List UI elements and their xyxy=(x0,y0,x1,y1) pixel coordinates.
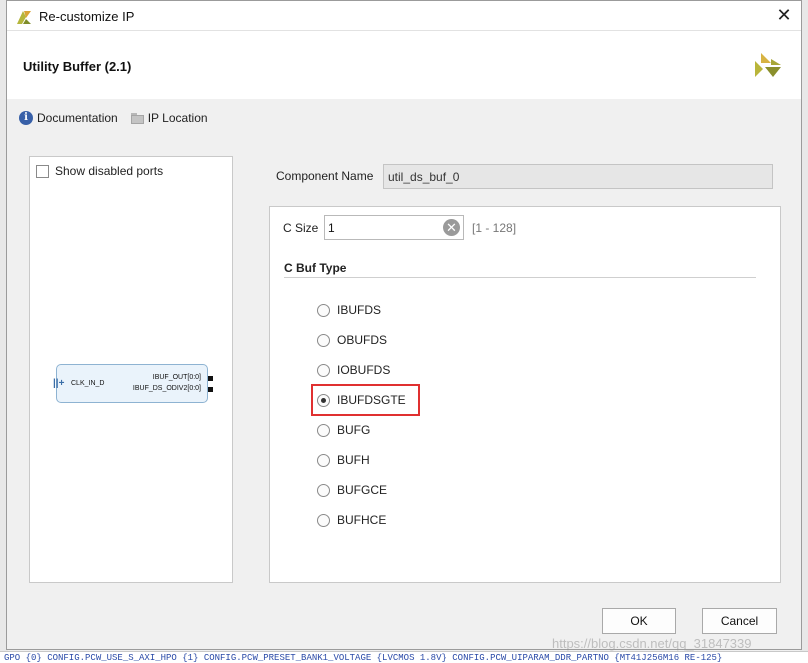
radio-iobufds[interactable]: IOBUFDS xyxy=(317,363,390,377)
documentation-label: Documentation xyxy=(37,111,118,125)
radio-label: IOBUFDS xyxy=(337,363,391,377)
show-disabled-ports-label: Show disabled ports xyxy=(55,164,164,178)
output-port-label: IBUF_DS_ODIV2[0:0] xyxy=(132,385,201,392)
c-size-range: [1 - 128] xyxy=(472,221,517,235)
ok-button[interactable]: OK xyxy=(602,608,676,634)
ip-location-label: IP Location xyxy=(147,111,208,125)
radio-label: BUFH xyxy=(337,453,370,467)
component-name-field: util_ds_buf_0 xyxy=(383,164,773,189)
close-icon[interactable]: ✕ xyxy=(773,4,795,26)
show-disabled-ports-checkbox[interactable]: Show disabled ports xyxy=(36,164,163,178)
ip-links: i Documentation IP Location xyxy=(19,109,220,127)
radio-button[interactable] xyxy=(317,453,330,467)
radio-ibufds[interactable]: IBUFDS xyxy=(317,303,381,317)
component-name-label: Component Name xyxy=(276,169,374,183)
ip-header: Utility Buffer (2.1) xyxy=(7,31,801,99)
output-port-pin xyxy=(208,376,213,381)
title-bar[interactable]: Re-customize IP ✕ xyxy=(7,1,801,31)
radio-bufh[interactable]: BUFH xyxy=(317,453,370,467)
clear-icon[interactable]: ✕ xyxy=(443,219,460,236)
ip-symbol-panel: Show disabled ports ||+ CLK_IN_D IBUF_OU… xyxy=(29,156,233,583)
radio-button[interactable] xyxy=(317,333,330,347)
ip-location-link[interactable]: IP Location xyxy=(130,111,208,125)
section-divider xyxy=(284,277,756,278)
recustomize-ip-dialog: Re-customize IP ✕ Utility Buffer (2.1) i… xyxy=(6,0,802,650)
selection-highlight-box xyxy=(311,384,420,416)
radio-label: BUFG xyxy=(337,423,371,437)
radio-button[interactable] xyxy=(317,513,330,527)
ip-block-symbol: ||+ CLK_IN_D IBUF_OUT[0:0] IBUF_DS_ODIV2… xyxy=(53,364,213,403)
radio-label: OBUFDS xyxy=(337,333,388,347)
radio-button[interactable] xyxy=(317,303,330,317)
radio-obufds[interactable]: OBUFDS xyxy=(317,333,387,347)
watermark: https://blog.csdn.net/qq_31847339 xyxy=(552,636,752,651)
expand-port-icon[interactable]: ||+ xyxy=(53,378,64,389)
documentation-link[interactable]: i Documentation xyxy=(19,111,118,125)
input-port-label: CLK_IN_D xyxy=(71,380,105,387)
checkbox-box[interactable] xyxy=(36,164,49,178)
output-port-pin xyxy=(208,387,213,392)
radio-button[interactable] xyxy=(317,363,330,377)
ip-name: Utility Buffer (2.1) xyxy=(23,59,132,74)
background-tcl-console: GPO {0} CONFIG.PCW_USE_S_AXI_HPO {1} CON… xyxy=(0,651,808,663)
configuration-panel: C Size 1 ✕ [1 - 128] C Buf Type IBUFDS O… xyxy=(269,206,781,583)
radio-label: IBUFDS xyxy=(337,303,382,317)
radio-bufgce[interactable]: BUFGCE xyxy=(317,483,387,497)
radio-button[interactable] xyxy=(317,483,330,497)
radio-label: BUFHCE xyxy=(337,513,387,527)
radio-button[interactable] xyxy=(317,423,330,437)
output-port-label: IBUF_OUT[0:0] xyxy=(152,374,201,381)
xilinx-logo-icon xyxy=(755,53,781,77)
radio-bufg[interactable]: BUFG xyxy=(317,423,370,437)
cancel-button[interactable]: Cancel xyxy=(702,608,777,634)
radio-bufhce[interactable]: BUFHCE xyxy=(317,513,386,527)
radio-label: BUFGCE xyxy=(337,483,388,497)
window-title: Re-customize IP xyxy=(39,9,135,24)
vivado-app-icon xyxy=(17,11,31,24)
folder-icon xyxy=(130,111,144,125)
c-buf-type-title: C Buf Type xyxy=(284,261,347,275)
info-icon: i xyxy=(19,111,33,125)
c-size-label: C Size xyxy=(283,221,319,235)
